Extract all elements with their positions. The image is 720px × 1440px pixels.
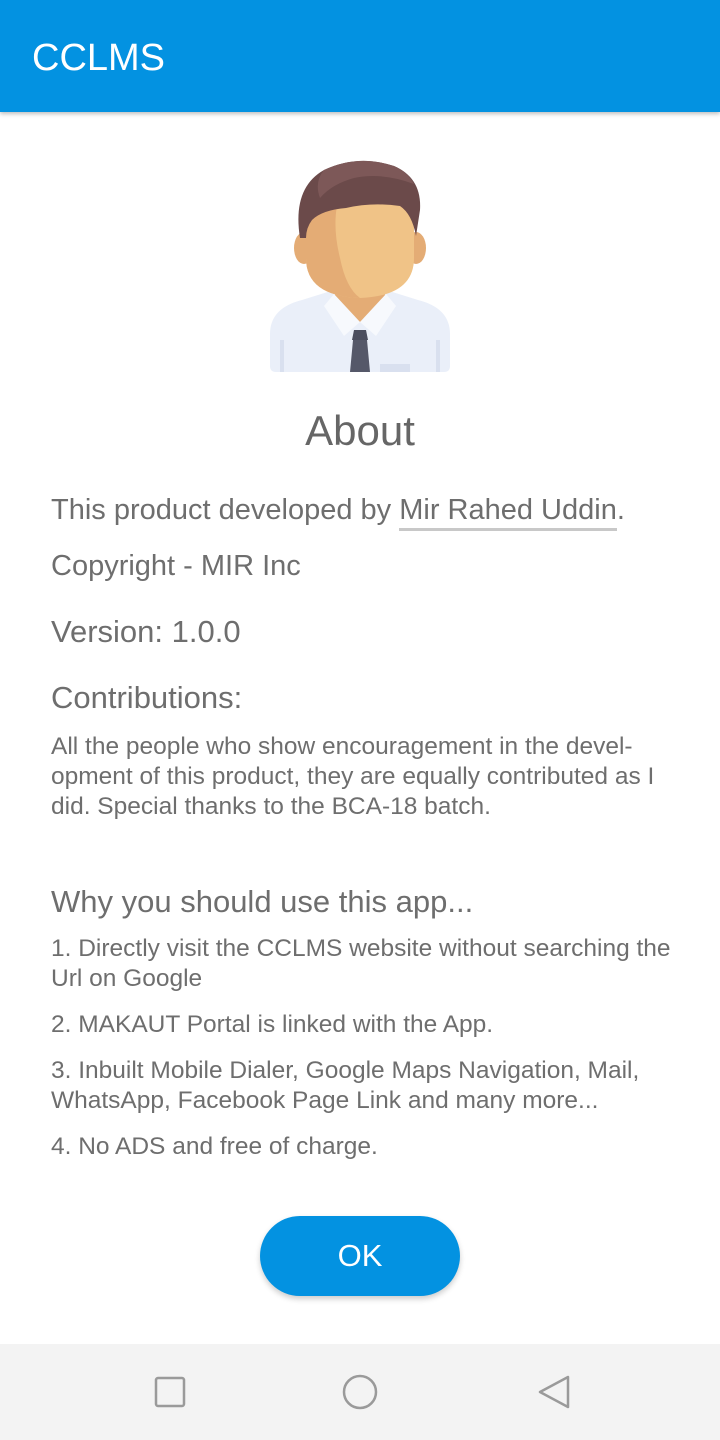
developer-prefix: This product developed by — [51, 494, 400, 526]
copyright-text: Copyright - MIR Inc — [51, 550, 301, 582]
developer-line: This product developed by Mir Rahed Uddi… — [51, 490, 681, 531]
why-use-heading: Why you should use this app... — [51, 884, 474, 919]
home-icon[interactable] — [340, 1372, 380, 1412]
list-item: 4. No ADS and free of charge. — [51, 1133, 378, 1160]
about-heading: About — [305, 407, 415, 454]
list-item: 2. MAKAUT Portal is linked with the App. — [51, 1011, 494, 1038]
list-item: 1. Directly visit the CCLMS website with… — [51, 935, 671, 992]
app-bar: CCLMS — [0, 0, 720, 112]
about-content: About This product developed by Mir Rahe… — [0, 112, 720, 1344]
version-text: Version: 1.0.0 — [51, 614, 241, 649]
ok-button[interactable]: OK — [260, 1216, 460, 1296]
back-icon[interactable] — [534, 1372, 574, 1412]
app-title: CCLMS — [32, 37, 166, 79]
system-nav-bar — [0, 1344, 720, 1440]
contributions-body: All the people who show encouragement in… — [51, 733, 655, 820]
recent-apps-icon[interactable] — [150, 1372, 190, 1412]
why-use-list: 1. Directly visit the CCLMS website with… — [51, 934, 681, 1178]
contributions-heading: Contributions: — [51, 680, 243, 715]
developer-suffix: . — [616, 494, 625, 526]
developer-avatar-icon — [270, 160, 450, 372]
list-item: 3. Inbuilt Mobile Dialer, Google Maps Na… — [51, 1057, 640, 1114]
developer-name-link[interactable]: Mir Rahed Uddin — [399, 494, 617, 531]
app-screen: CCLMS About This product developed by Mi… — [0, 0, 720, 1440]
